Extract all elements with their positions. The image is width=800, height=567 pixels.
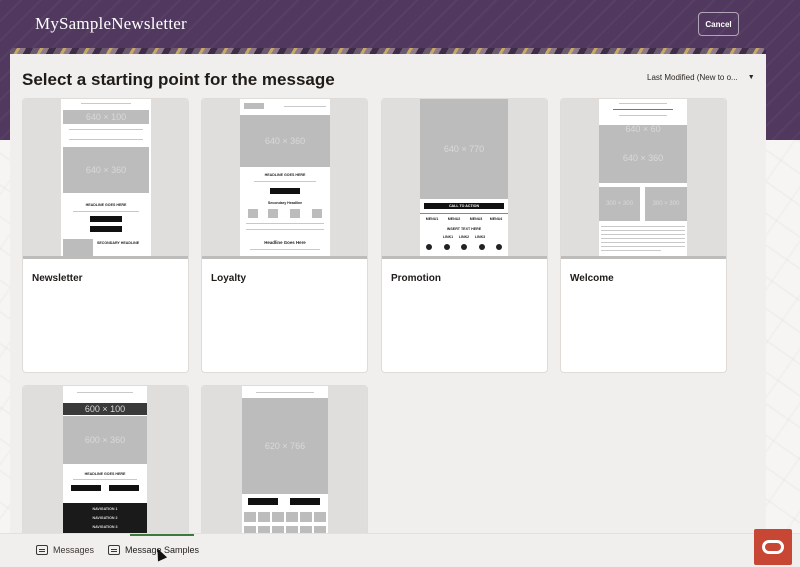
tab-label: Messages <box>53 545 95 555</box>
page-title: Select a starting point for the message <box>22 70 335 89</box>
template-thumbnail: 640 × 100 640 × 360 HEADLINE GOES HERE S… <box>23 99 188 259</box>
message-icon <box>108 545 120 555</box>
template-6-preview: 620 × 766 <box>242 386 328 543</box>
bottom-tab-bar: Messages Message Samples <box>0 533 800 567</box>
template-thumbnail: 640 × 360 HEADLINE GOES HERE Secondary H… <box>202 99 367 259</box>
placeholder-image: 300 × 300 <box>599 187 640 221</box>
thumb-headline: HEADLINE GOES HERE <box>84 472 126 476</box>
placeholder-image: 640 × 100 <box>63 110 149 124</box>
welcome-preview: 640 × 60 640 × 360 300 × 300 300 × 300 <box>599 99 687 256</box>
loyalty-preview: 640 × 360 HEADLINE GOES HERE Secondary H… <box>240 99 330 256</box>
app-title: MySampleNewsletter <box>35 14 187 33</box>
template-card-label: Welcome <box>570 273 614 284</box>
template-card-label: Promotion <box>391 273 441 284</box>
thumb-insert-text: INSERT TEXT HERE <box>446 227 482 231</box>
placeholder-image: 600 × 100 <box>63 403 147 415</box>
template-thumbnail: 640 × 770 CALL TO ACTION MENU1 MENU2 MEN… <box>382 99 547 259</box>
template-card-label: Loyalty <box>211 273 247 284</box>
template-picker-panel: Select a starting point for the message … <box>10 54 766 545</box>
placeholder-image: 640 × 360 <box>599 133 687 183</box>
newsletter-preview: 640 × 100 640 × 360 HEADLINE GOES HERE S… <box>61 99 151 256</box>
thumb-cta: CALL TO ACTION <box>448 204 480 208</box>
cancel-button[interactable]: Cancel <box>698 12 739 36</box>
placeholder-image: 640 × 60 <box>599 124 687 134</box>
sort-dropdown-value: Last Modified (New to o... <box>647 73 738 82</box>
promotion-preview: 640 × 770 CALL TO ACTION MENU1 MENU2 MEN… <box>420 99 508 256</box>
template-card-label: Newsletter <box>32 273 83 284</box>
template-card-promotion[interactable]: 640 × 770 CALL TO ACTION MENU1 MENU2 MEN… <box>381 98 548 373</box>
placeholder-image: 640 × 770 <box>420 99 508 199</box>
template-card-newsletter[interactable]: 640 × 100 640 × 360 HEADLINE GOES HERE S… <box>22 98 189 373</box>
thumb-headline-2: Headline Goes Here <box>264 240 306 245</box>
thumb-headline: HEADLINE GOES HERE <box>264 173 306 177</box>
placeholder-image: 640 × 360 <box>240 115 330 167</box>
message-icon <box>36 545 48 555</box>
template-thumbnail: 620 × 766 <box>202 386 367 544</box>
template-card-welcome[interactable]: 640 × 60 640 × 360 300 × 300 300 × 300 W… <box>560 98 727 373</box>
placeholder-image: 600 × 360 <box>63 416 147 464</box>
thumb-headline: HEADLINE GOES HERE <box>85 203 127 207</box>
active-tab-indicator <box>130 534 194 536</box>
template-card-loyalty[interactable]: 640 × 360 HEADLINE GOES HERE Secondary H… <box>201 98 368 373</box>
thumb-subheadline: Secondary Headline <box>267 201 303 205</box>
placeholder-image: 300 × 300 <box>645 187 687 221</box>
placeholder-image: 640 × 360 <box>63 147 149 193</box>
sort-dropdown[interactable]: Last Modified (New to o... ▼ <box>647 73 755 82</box>
chevron-down-icon: ▼ <box>747 74 755 81</box>
oracle-logo-icon <box>762 540 784 554</box>
template-thumbnail: 640 × 60 640 × 360 300 × 300 300 × 300 <box>561 99 726 259</box>
template-card-5[interactable]: 600 × 100 600 × 360 HEADLINE GOES HERE N… <box>22 385 189 545</box>
thumb-secondary-headline: SECONDARY HEADLINE <box>97 241 140 245</box>
tab-messages[interactable]: Messages <box>36 545 94 555</box>
template-card-6[interactable]: 620 × 766 <box>201 385 368 545</box>
placeholder-image: 620 × 766 <box>242 398 328 494</box>
oracle-assistant-button[interactable] <box>754 529 792 565</box>
template-thumbnail: 600 × 100 600 × 360 HEADLINE GOES HERE N… <box>23 386 188 544</box>
template-5-preview: 600 × 100 600 × 360 HEADLINE GOES HERE N… <box>63 386 147 543</box>
